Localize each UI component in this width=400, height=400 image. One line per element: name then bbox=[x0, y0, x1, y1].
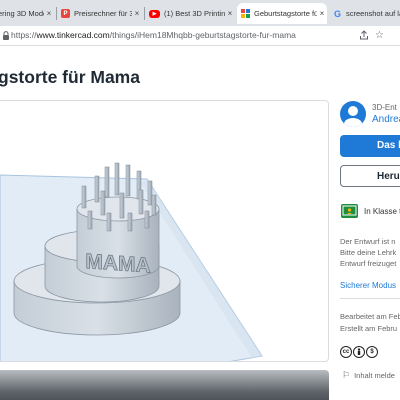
page-content: gstorte für Mama MAMA 3D-Ent Andre Das H… bbox=[0, 47, 400, 400]
description-line: Bitte deine Lehrk bbox=[340, 248, 397, 257]
close-icon[interactable]: × bbox=[44, 9, 54, 18]
url-prefix: https:// bbox=[11, 30, 37, 40]
browser-tab-1[interactable]: ering 3D Mode × bbox=[0, 3, 54, 24]
safe-mode-link[interactable]: Sicherer Modus bbox=[340, 281, 396, 290]
divider bbox=[340, 298, 400, 299]
pdf-icon: P bbox=[61, 9, 70, 18]
privacy-description: Der Entwurf ist n Bitte deine Lehrk Entw… bbox=[340, 236, 396, 269]
cc-icon: cc bbox=[340, 346, 352, 358]
address-bar[interactable]: https://www.tinkercad.com/things/iHem18M… bbox=[0, 26, 400, 46]
design-type-label: 3D-Ent bbox=[372, 103, 397, 112]
close-icon[interactable]: × bbox=[132, 9, 142, 18]
url-path: /things/iHem18Mhqbb-geburtstagstorte-fur… bbox=[109, 30, 296, 40]
author-link[interactable]: Andrea bbox=[372, 114, 400, 125]
avatar[interactable] bbox=[340, 101, 366, 127]
classroom-label[interactable]: In Klasse t bbox=[364, 207, 400, 216]
tab-title: Geburtstagstorte für M bbox=[254, 9, 317, 18]
youtube-icon: ▶ bbox=[149, 9, 160, 18]
design-dates: Bearbeitet am Feb Erstellt am Febru bbox=[340, 311, 400, 335]
browser-tab-4-active[interactable]: Geburtstagstorte für M × bbox=[237, 3, 327, 24]
google-icon: G bbox=[333, 8, 341, 19]
tab-title: Preisrechner für 3D-Dr bbox=[74, 9, 132, 18]
second-image-preview[interactable] bbox=[0, 370, 329, 400]
browser-tab-5[interactable]: G screenshot auf lapto bbox=[329, 3, 400, 24]
3d-model-viewer[interactable]: MAMA bbox=[0, 100, 329, 362]
tab-title: ering 3D Mode bbox=[0, 9, 44, 18]
tab-title: screenshot auf lapto bbox=[346, 9, 400, 18]
download-button[interactable]: Heru bbox=[340, 165, 400, 187]
page-title: gstorte für Mama bbox=[0, 67, 140, 87]
cake-model-render: MAMA bbox=[0, 162, 263, 361]
primary-action-button[interactable]: Das b bbox=[340, 135, 400, 157]
tab-title: (1) Best 3D Printing Ide bbox=[164, 9, 225, 18]
google-classroom-icon[interactable] bbox=[341, 204, 358, 218]
tinkercad-icon bbox=[241, 9, 250, 18]
share-icon[interactable] bbox=[358, 30, 369, 41]
by-icon bbox=[353, 346, 365, 358]
report-label: Inhalt melde bbox=[354, 371, 395, 380]
url-text[interactable]: https://www.tinkercad.com/things/iHem18M… bbox=[11, 30, 296, 40]
close-icon[interactable]: × bbox=[225, 9, 235, 18]
edited-date: Bearbeitet am Feb bbox=[340, 312, 400, 321]
description-line: Der Entwurf ist n bbox=[340, 237, 396, 246]
star-icon[interactable]: ☆ bbox=[374, 30, 385, 41]
browser-tab-2[interactable]: P Preisrechner für 3D-Dr × bbox=[57, 3, 142, 24]
nc-icon: $ bbox=[366, 346, 378, 358]
flag-icon: ⚐ bbox=[342, 370, 351, 380]
browser-tab-3[interactable]: ▶ (1) Best 3D Printing Ide × bbox=[145, 3, 235, 24]
lock-icon bbox=[3, 31, 9, 40]
description-line: Entwurf freizuget bbox=[340, 259, 397, 268]
url-domain: www.tinkercad.com bbox=[36, 30, 110, 40]
user-icon bbox=[344, 106, 362, 127]
close-icon[interactable]: × bbox=[317, 9, 327, 18]
cake-lettering: MAMA bbox=[85, 250, 150, 278]
created-date: Erstellt am Febru bbox=[340, 324, 398, 333]
browser-tab-strip: ering 3D Mode × P Preisrechner für 3D-Dr… bbox=[0, 0, 400, 26]
report-content-link[interactable]: ⚐ Inhalt melde bbox=[342, 370, 395, 381]
license-badges[interactable]: cc $ bbox=[340, 346, 378, 358]
